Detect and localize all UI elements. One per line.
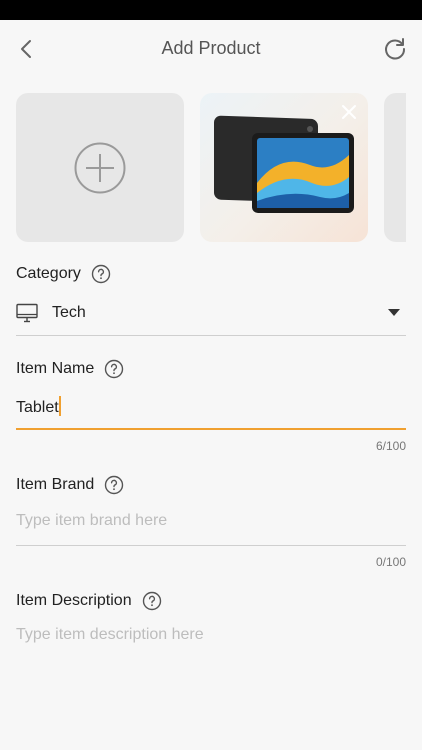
help-icon[interactable]	[104, 475, 124, 495]
item-name-underline	[16, 428, 406, 430]
plus-circle-icon	[74, 142, 126, 194]
item-brand-input[interactable]: Type item brand here	[16, 512, 167, 530]
product-photo[interactable]	[200, 93, 368, 242]
item-brand-label-row: Item Brand	[16, 475, 124, 495]
help-icon[interactable]	[104, 359, 124, 379]
status-bar	[0, 0, 422, 20]
category-label: Category	[16, 265, 81, 282]
photo-slot-partial[interactable]	[384, 93, 406, 242]
category-divider	[16, 335, 406, 336]
item-name-value: Tablet	[16, 399, 59, 416]
item-name-label-row: Item Name	[16, 359, 124, 379]
item-description-input[interactable]: Type item description here	[16, 626, 204, 644]
dropdown-arrow-icon	[388, 309, 400, 316]
page-title: Add Product	[161, 38, 261, 58]
refresh-icon	[385, 38, 406, 60]
remove-photo-button[interactable]	[340, 103, 358, 121]
category-value: Tech	[52, 304, 86, 321]
form-content: Category Tech Item Name Tablet 6/100 Ite…	[0, 78, 422, 750]
add-photo-button[interactable]	[16, 93, 184, 242]
text-caret	[58, 396, 61, 416]
help-icon[interactable]	[142, 591, 162, 611]
item-description-label-row: Item Description	[16, 591, 162, 611]
item-name-label: Item Name	[16, 360, 95, 377]
refresh-button[interactable]	[380, 34, 410, 64]
item-brand-counter: 0/100	[375, 555, 406, 569]
header: Add Product	[0, 20, 422, 78]
monitor-icon	[16, 303, 38, 323]
category-label-row: Category	[16, 264, 111, 284]
item-brand-label: Item Brand	[16, 476, 95, 493]
help-icon[interactable]	[91, 264, 111, 284]
item-name-counter: 6/100	[375, 439, 406, 453]
category-select[interactable]: Tech	[16, 295, 406, 331]
photo-strip[interactable]	[16, 93, 406, 243]
item-brand-underline	[16, 545, 406, 546]
close-icon	[342, 105, 356, 119]
item-name-input[interactable]: Tablet	[16, 396, 61, 417]
item-description-label: Item Description	[16, 592, 132, 609]
